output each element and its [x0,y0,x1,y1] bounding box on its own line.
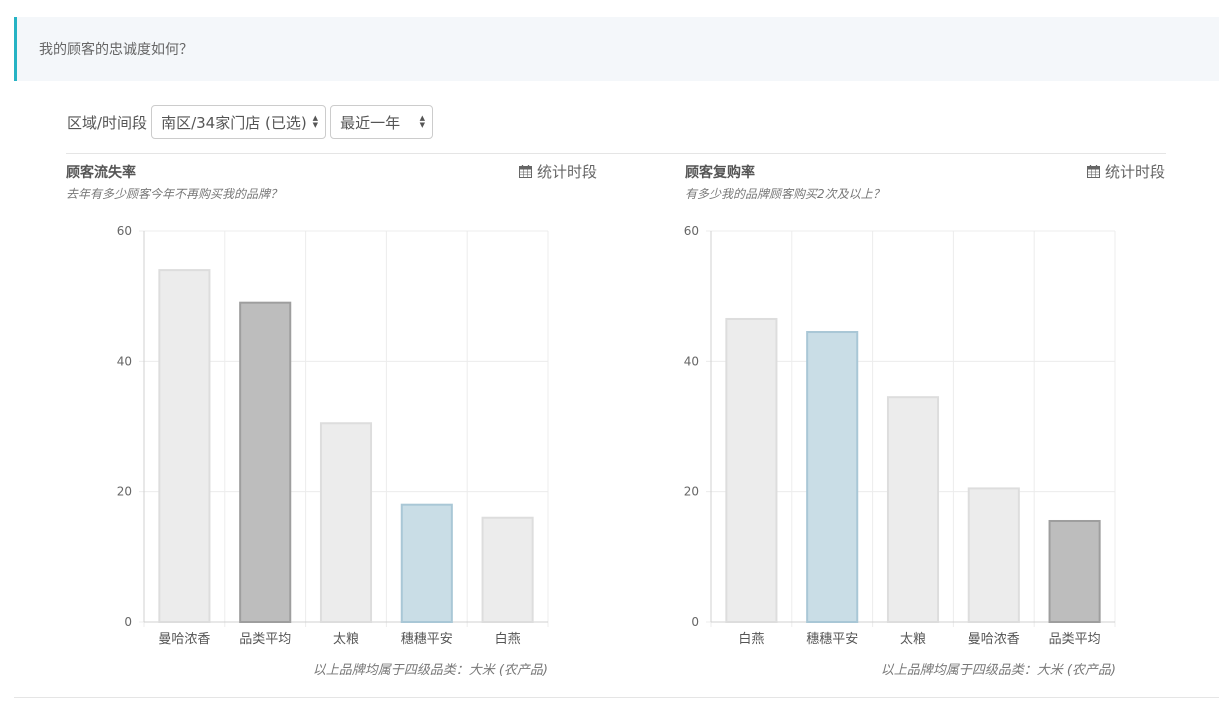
churn-period-label: 统计时段 [537,163,598,181]
question-banner: 我的顾客的忠诚度如何？ [14,17,1219,81]
churn-chart-note: 以上品牌均属于四级品类：大米 (农产品) [312,663,548,678]
period-select[interactable]: 最近一年 ▲ ▼ [330,105,434,139]
churn-period-button[interactable]: 统计时段 [519,161,597,182]
y-tick-label: 40 [684,354,699,368]
churn-rate-chart: 0 20 40 60 曼哈浓香 品类平均 太粮 穗穗平安 白燕 [117,224,549,647]
x-tick-label: 太粮 [900,632,926,647]
select-arrows-icon: ▲ ▼ [419,114,426,129]
repurchase-chart-note: 以上品牌均属于四级品类：大米 (农产品) [880,663,1116,678]
bar [886,396,940,623]
bar [1048,519,1101,623]
calendar-icon [519,165,532,178]
region-select-value: 南区/34家门店 (已选) [161,113,307,132]
bar [725,317,778,623]
bar [158,269,211,623]
y-tick-label: 0 [124,615,132,629]
bar [806,331,859,623]
repurchase-panel-subtitle: 有多少我的品牌顾客购买2次及以上？ [685,187,885,201]
repurchase-rate-chart: 0 20 40 60 白燕 穗穗平安 太粮 曼哈浓香 品类平均 [684,224,1116,647]
y-tick-label: 60 [117,224,132,238]
bar [967,487,1020,623]
y-tick-label: 20 [684,485,699,499]
x-tick-label: 白燕 [495,631,521,647]
bar [319,422,373,623]
repurchase-panel-title: 顾客复购率 [685,165,755,181]
x-tick-label: 穗穗平安 [401,632,453,647]
y-tick-label: 40 [117,354,132,368]
bar [481,516,534,624]
repurchase-period-label: 统计时段 [1105,163,1166,181]
region-select[interactable]: 南区/34家门店 (已选) ▲ ▼ [151,105,327,139]
x-tick-label: 太粮 [333,632,359,647]
y-tick-label: 20 [117,485,132,499]
x-tick-label: 穗穗平安 [806,632,858,647]
x-tick-label: 曼哈浓香 [158,632,210,647]
x-tick-label: 曼哈浓香 [968,632,1020,647]
select-arrows-icon: ▲ ▼ [312,114,319,129]
churn-panel-title: 顾客流失率 [66,165,136,181]
period-select-value: 最近一年 [340,113,401,132]
bar [400,503,453,624]
x-tick-label: 品类平均 [1049,632,1101,647]
repurchase-period-button[interactable]: 统计时段 [1087,161,1165,182]
churn-panel-subtitle: 去年有多少顾客今年不再购买我的品牌？ [66,187,283,201]
filter-label: 区域/时间段 [67,113,148,132]
y-tick-label: 60 [684,224,699,238]
divider [14,697,1219,698]
divider [66,153,1166,154]
bar [239,301,292,624]
x-tick-label: 白燕 [738,631,764,647]
calendar-icon [1087,165,1100,178]
filter-row: 区域/时间段 南区/34家门店 (已选) ▲ ▼ 最近一年 ▲ ▼ [67,104,437,140]
x-tick-label: 品类平均 [239,632,291,647]
y-tick-label: 0 [691,615,699,629]
question-text: 我的顾客的忠诚度如何？ [39,42,193,58]
